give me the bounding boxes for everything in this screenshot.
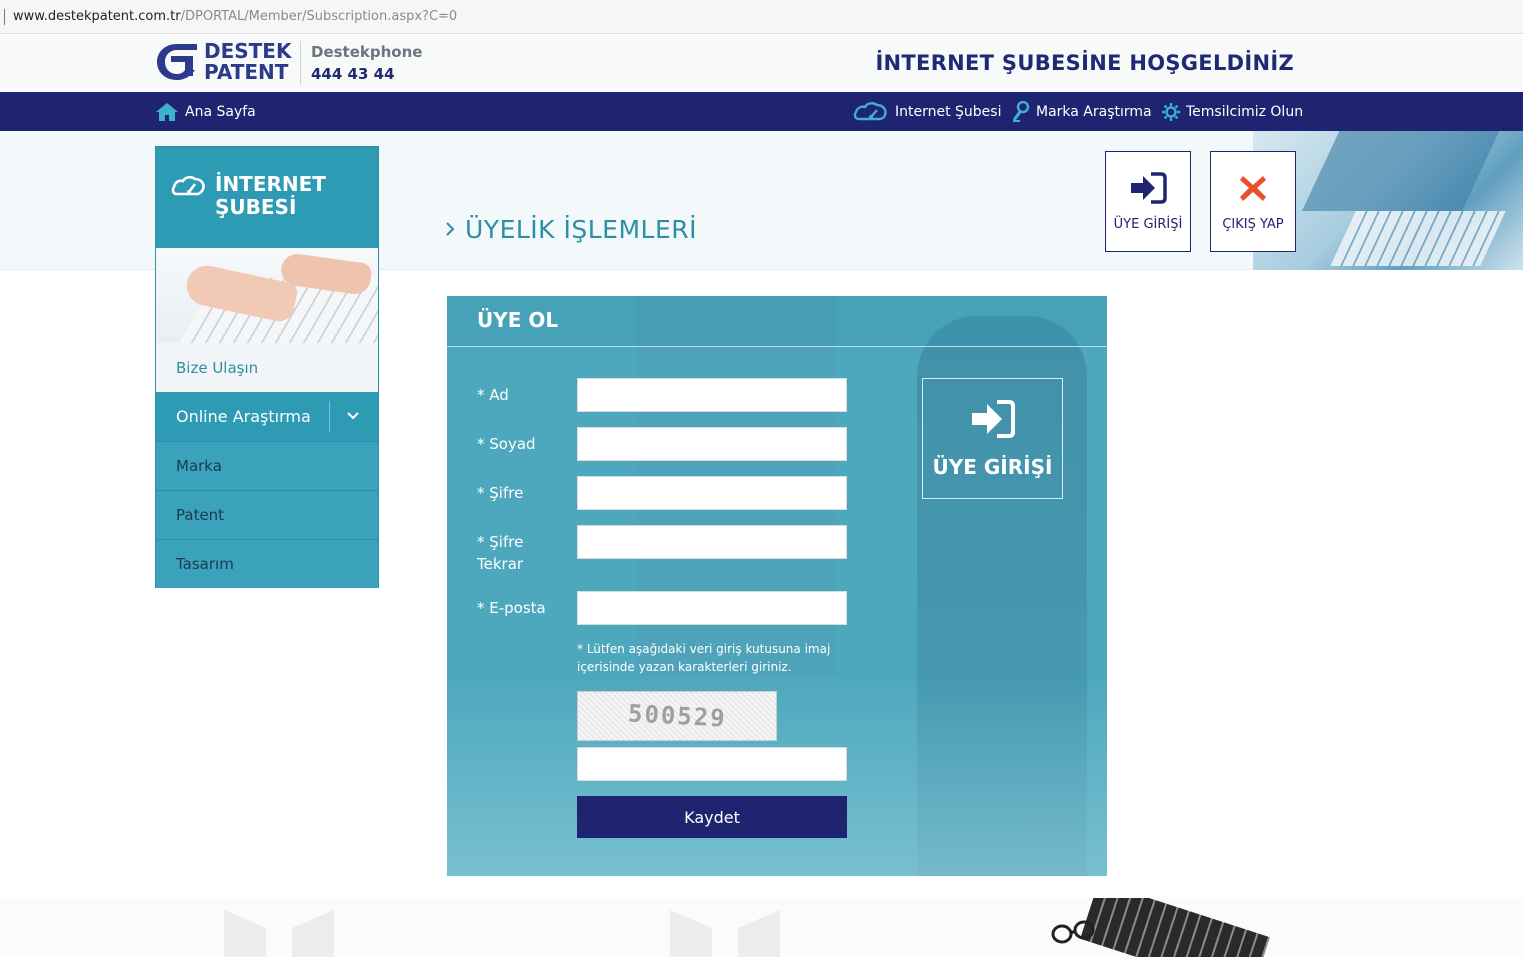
browser-address-bar[interactable]: www.destekpatent.com.tr/DPORTAL/Member/S… xyxy=(0,0,1523,34)
logout-label: ÇIKIŞ YAP xyxy=(1222,217,1284,232)
sign-in-icon xyxy=(1106,172,1190,204)
member-login-button[interactable]: ÜYE GİRİŞİ xyxy=(1105,151,1191,252)
glasses-icon xyxy=(1051,920,1095,944)
member-login-label: ÜYE GİRİŞİ xyxy=(1113,217,1183,232)
laptop-screen-shape xyxy=(1302,131,1504,211)
nav-marka-label: Marka Araştırma xyxy=(1036,103,1152,120)
welcome-heading: İNTERNET ŞUBESİNE HOŞGELDİNİZ xyxy=(875,51,1294,75)
sidebar-separator xyxy=(329,401,330,432)
password-repeat-field[interactable] xyxy=(577,525,847,559)
sidebar: İNTERNET ŞUBESİ Bize Ulaşın Online Araşt… xyxy=(155,146,379,588)
email-field[interactable] xyxy=(577,591,847,625)
field-label-sifre: * Şifre xyxy=(477,484,524,502)
nav-temsilcimiz-olun[interactable]: Temsilcimiz Olun xyxy=(1162,92,1303,131)
logo-text: DESTEK PATENT xyxy=(204,41,291,83)
sidebar-title-line1: İNTERNET xyxy=(215,172,326,196)
nav-home-label: Ana Sayfa xyxy=(185,103,256,120)
signup-panel: ÜYE OL * Ad * Soyad * Şifre * Şifre Tekr… xyxy=(447,296,1107,876)
sidebar-item-marka[interactable]: Marka xyxy=(156,441,378,490)
panel-login-button[interactable]: ÜYE GİRİŞİ xyxy=(922,378,1063,499)
page-title-text: ÜYELİK İŞLEMLERİ xyxy=(465,215,698,244)
page-title: ÜYELİK İŞLEMLERİ xyxy=(445,215,697,244)
chevron-down-icon[interactable] xyxy=(345,406,361,430)
sidebar-item-patent[interactable]: Patent xyxy=(156,490,378,539)
nav-marka-arastirma[interactable]: Marka Araştırma xyxy=(1012,92,1152,131)
phone-number: 444 43 44 xyxy=(311,65,395,83)
signup-panel-header: ÜYE OL xyxy=(447,296,1107,347)
destek-patent-logo[interactable]: DESTEK PATENT xyxy=(155,40,295,84)
sidebar-contact-label: Bize Ulaşın xyxy=(176,358,259,377)
url-text[interactable]: www.destekpatent.com.tr/DPORTAL/Member/S… xyxy=(13,9,457,24)
gear-icon xyxy=(1162,102,1180,121)
surname-field[interactable] xyxy=(577,427,847,461)
logo-line1: DESTEK xyxy=(204,39,292,63)
captcha-text: 500529 xyxy=(626,699,728,733)
logo-mark-icon xyxy=(157,44,197,80)
field-label-eposta: * E-posta xyxy=(477,599,546,617)
cloud-speed-icon xyxy=(171,174,207,202)
captcha-image: 500529 xyxy=(577,691,777,741)
book-shape-icon xyxy=(670,910,780,957)
password-field[interactable] xyxy=(577,476,847,510)
text-caret xyxy=(4,9,5,25)
sign-in-icon xyxy=(923,399,1062,439)
captcha-input[interactable] xyxy=(577,747,847,781)
book-shape-icon xyxy=(224,910,334,957)
sidebar-title-line2: ŞUBESİ xyxy=(215,195,297,219)
sidebar-header: İNTERNET ŞUBESİ xyxy=(156,147,378,248)
sidebar-patent-label: Patent xyxy=(176,506,225,524)
field-label-soyad: * Soyad xyxy=(477,435,536,453)
url-path: /DPORTAL/Member/Subscription.aspx?C=0 xyxy=(180,9,458,24)
sidebar-online-label: Online Araştırma xyxy=(176,407,311,426)
nav-internet-label: Internet Şubesi xyxy=(895,103,1002,120)
header-divider xyxy=(300,41,301,85)
sidebar-tasarim-label: Tasarım xyxy=(176,555,234,573)
url-host: www.destekpatent.com.tr xyxy=(13,9,181,24)
chevron-right-icon xyxy=(445,218,455,242)
site-header: DESTEK PATENT Destekphone 444 43 44 İNTE… xyxy=(0,35,1523,92)
keyboard-photo xyxy=(1080,898,1270,957)
sidebar-item-tasarim[interactable]: Tasarım xyxy=(156,539,378,588)
sidebar-title: İNTERNET ŞUBESİ xyxy=(215,173,326,219)
field-label-sifre-tekrar: * Şifre Tekrar xyxy=(477,533,524,573)
sidebar-item-online-arastirma[interactable]: Online Araştırma xyxy=(156,392,378,441)
sidebar-item-contact[interactable]: Bize Ulaşın xyxy=(156,343,378,392)
panel-login-label: ÜYE GİRİŞİ xyxy=(932,455,1053,479)
logo-line2: PATENT xyxy=(204,60,289,84)
nav-home[interactable]: Ana Sayfa xyxy=(155,92,256,131)
close-x-icon xyxy=(1211,172,1295,204)
save-button[interactable]: Kaydet xyxy=(577,796,847,838)
logout-button[interactable]: ÇIKIŞ YAP xyxy=(1210,151,1296,252)
footer-strip xyxy=(0,898,1523,957)
name-field[interactable] xyxy=(577,378,847,412)
main-nav: Ana Sayfa Internet Şubesi Marka Araştırm… xyxy=(0,92,1523,131)
phone-label: Destekphone xyxy=(311,43,423,61)
captcha-note: * Lütfen aşağıdaki veri giriş kutusuna i… xyxy=(577,642,831,674)
search-person-icon xyxy=(1012,100,1030,123)
home-icon xyxy=(155,102,179,122)
signup-title: ÜYE OL xyxy=(477,308,559,332)
typing-hands-photo xyxy=(156,248,378,343)
cloud-speed-icon xyxy=(853,101,889,123)
sidebar-marka-label: Marka xyxy=(176,457,222,475)
nav-temsil-label: Temsilcimiz Olun xyxy=(1186,103,1304,120)
field-label-ad: * Ad xyxy=(477,386,509,404)
laptop-keys-shape xyxy=(1330,211,1506,266)
nav-internet-subesi[interactable]: Internet Şubesi xyxy=(853,92,1001,131)
